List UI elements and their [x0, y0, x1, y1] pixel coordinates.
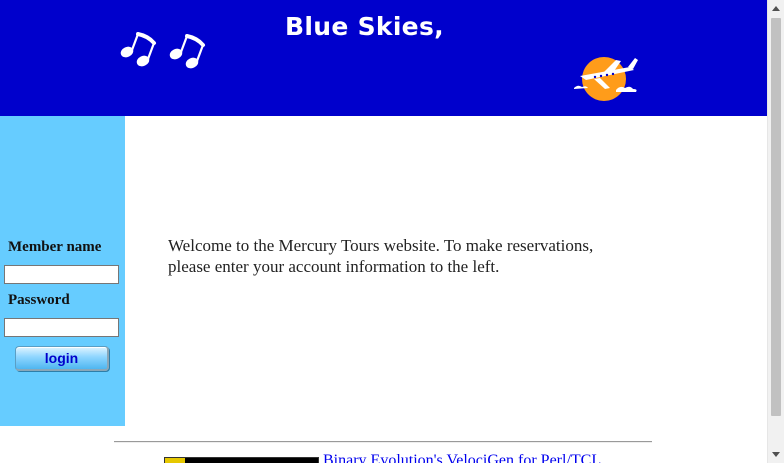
password-input[interactable] [4, 318, 119, 337]
welcome-message: Welcome to the Mercury Tours website. To… [168, 236, 594, 276]
password-label: Password [8, 292, 70, 308]
page: Blue Skies, Member name Password login W… [0, 0, 784, 463]
scroll-down-arrow-icon[interactable] [768, 446, 784, 463]
login-sidebar: Member name Password login [0, 116, 125, 426]
scroll-thumb[interactable] [771, 18, 781, 416]
badge-accent [165, 458, 185, 463]
velocigen-link[interactable]: Binary Evolution's VelociGen for Perl/TC… [323, 452, 601, 463]
velocigen-badge-icon[interactable] [164, 457, 319, 463]
vertical-scrollbar[interactable] [767, 0, 784, 463]
member-name-label: Member name [8, 239, 102, 255]
site-title: Blue Skies, [285, 12, 444, 41]
member-name-input[interactable] [4, 265, 119, 284]
header-banner: Blue Skies, [0, 0, 767, 116]
footer-divider [114, 441, 652, 443]
airplane-sun-icon [574, 57, 638, 101]
scroll-up-arrow-icon[interactable] [768, 0, 784, 17]
login-button-label: login [44, 350, 79, 366]
music-notes-icon [120, 32, 205, 69]
login-button[interactable]: login [15, 346, 109, 371]
